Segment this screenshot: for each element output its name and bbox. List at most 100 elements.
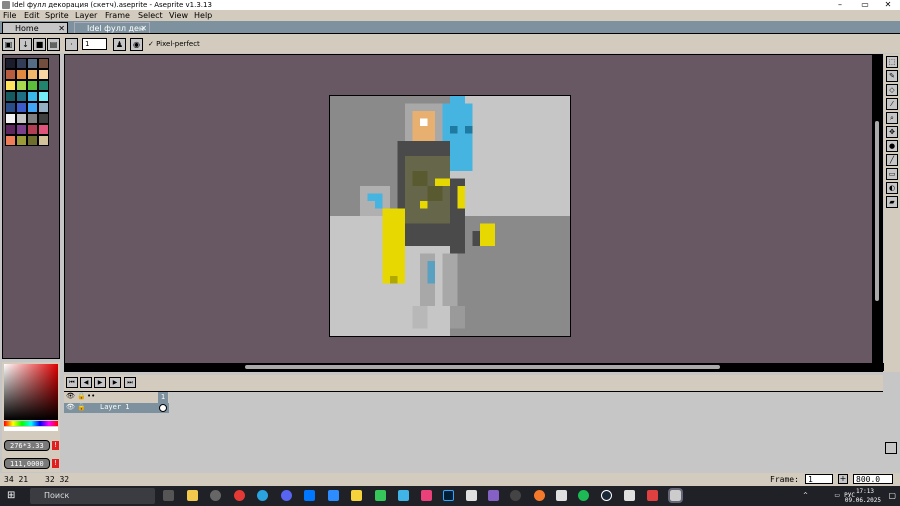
- palette-swatch[interactable]: [16, 58, 27, 69]
- brush-line-icon[interactable]: ▤: [47, 38, 60, 51]
- zoom-tool-icon[interactable]: ⌕: [886, 112, 898, 124]
- github-icon[interactable]: [510, 490, 521, 501]
- maximize-button[interactable]: ▭: [853, 0, 877, 10]
- visual-studio-icon[interactable]: [488, 490, 499, 501]
- palette-swatch[interactable]: [5, 135, 16, 146]
- menu-view[interactable]: View: [169, 11, 188, 20]
- lock-icon[interactable]: ▣: [2, 38, 15, 51]
- blender-icon[interactable]: [534, 490, 545, 501]
- layer-name[interactable]: Layer 1: [100, 403, 130, 411]
- task-view-icon[interactable]: [163, 490, 174, 501]
- palette-swatch[interactable]: [5, 102, 16, 113]
- brush-size-input[interactable]: 1: [82, 38, 107, 50]
- brush-type-icon[interactable]: ·: [65, 38, 78, 51]
- zoom-app-icon[interactable]: [328, 490, 339, 501]
- app-icon-1[interactable]: [375, 490, 386, 501]
- app-icon-6[interactable]: [647, 490, 658, 501]
- app-icon-3[interactable]: [466, 490, 477, 501]
- previous-frame-icon[interactable]: ◀: [80, 377, 92, 388]
- eraser-tool-icon[interactable]: ◇: [886, 84, 898, 96]
- palette-swatch[interactable]: [38, 102, 49, 113]
- onion-skin-icon[interactable]: [885, 442, 897, 454]
- palette-swatch[interactable]: [5, 58, 16, 69]
- horizontal-scrollbar[interactable]: [65, 363, 884, 371]
- pixel-perfect-checkbox[interactable]: ✓ Pixel-perfect: [148, 40, 200, 48]
- menu-sprite[interactable]: Sprite: [45, 11, 69, 20]
- palette-swatch[interactable]: [27, 69, 38, 80]
- palette-swatch[interactable]: [5, 80, 16, 91]
- alpha-slider[interactable]: [4, 427, 58, 431]
- layer-lock-icon[interactable]: 🔒: [77, 403, 86, 411]
- brush-square-icon[interactable]: ■: [33, 38, 46, 51]
- palette-swatch[interactable]: [38, 135, 49, 146]
- menu-edit[interactable]: Edit: [24, 11, 40, 20]
- next-frame-icon[interactable]: ▶: [109, 377, 121, 388]
- palette-swatch[interactable]: [27, 135, 38, 146]
- cel-icon[interactable]: [159, 404, 167, 412]
- figma-icon[interactable]: [421, 490, 432, 501]
- layer-visibility-icon[interactable]: 👁: [66, 403, 75, 411]
- media-player-icon[interactable]: [210, 490, 221, 501]
- palette-swatch[interactable]: [16, 124, 27, 135]
- link-header-icon[interactable]: ••: [87, 392, 95, 400]
- palette-swatch[interactable]: [38, 113, 49, 124]
- palette-swatch[interactable]: [16, 69, 27, 80]
- palette-swatch[interactable]: [16, 80, 27, 91]
- sprite-canvas[interactable]: [329, 95, 571, 337]
- menu-help[interactable]: Help: [194, 11, 212, 20]
- frame-header[interactable]: 1: [158, 392, 168, 403]
- palette-swatch[interactable]: [5, 113, 16, 124]
- palette-swatch[interactable]: [38, 80, 49, 91]
- line-tool-icon[interactable]: ╱: [886, 154, 898, 166]
- brush-shape-icon[interactable]: ↓: [19, 38, 32, 51]
- foreground-color-field[interactable]: 276*3.33: [4, 440, 50, 451]
- hue-slider[interactable]: [4, 421, 58, 426]
- palette-swatch[interactable]: [38, 58, 49, 69]
- vertical-scrollbar[interactable]: [872, 55, 882, 372]
- file-explorer-icon[interactable]: [187, 490, 198, 501]
- network-icon[interactable]: ▭: [834, 492, 840, 499]
- horizontal-scrollbar-thumb[interactable]: [245, 365, 720, 369]
- background-color-field[interactable]: 111,0000: [4, 458, 50, 469]
- aseprite-taskbar-icon[interactable]: [668, 488, 683, 503]
- vertical-scrollbar-thumb[interactable]: [875, 121, 879, 301]
- palette-swatch[interactable]: [38, 124, 49, 135]
- ink-type-icon[interactable]: ♟: [113, 38, 126, 51]
- eyedropper-tool-icon[interactable]: ⁄: [886, 98, 898, 110]
- marquee-tool-icon[interactable]: ⬚: [886, 56, 898, 68]
- palette-swatch[interactable]: [16, 91, 27, 102]
- palette-swatch[interactable]: [16, 135, 27, 146]
- palette-swatch[interactable]: [38, 91, 49, 102]
- app-icon-2[interactable]: [398, 490, 409, 501]
- palette-swatch[interactable]: [27, 80, 38, 91]
- close-window-button[interactable]: ✕: [876, 0, 900, 10]
- app-icon-4[interactable]: [556, 490, 567, 501]
- last-frame-icon[interactable]: ⏭: [124, 377, 136, 388]
- yandex-browser-icon[interactable]: [234, 490, 245, 501]
- steam-icon[interactable]: [601, 490, 612, 501]
- color-spectrum[interactable]: [4, 364, 58, 420]
- spotify-icon[interactable]: [578, 490, 589, 501]
- tab-home[interactable]: Home ✕: [2, 22, 68, 33]
- layer-row[interactable]: 👁 🔒 Layer 1: [64, 403, 169, 413]
- visibility-header-icon[interactable]: 👁: [66, 392, 75, 400]
- lock-header-icon[interactable]: 🔒: [77, 392, 86, 400]
- palette-swatch[interactable]: [27, 91, 38, 102]
- frame-input[interactable]: 1: [805, 474, 833, 484]
- vk-icon[interactable]: [304, 490, 315, 501]
- telegram-icon[interactable]: [257, 490, 268, 501]
- menu-layer[interactable]: Layer: [75, 11, 97, 20]
- palette-swatch[interactable]: [5, 124, 16, 135]
- palette-swatch[interactable]: [5, 69, 16, 80]
- fill-tool-icon[interactable]: ●: [886, 140, 898, 152]
- contour-tool-icon[interactable]: ◐: [886, 182, 898, 194]
- photoshop-icon[interactable]: [443, 490, 454, 501]
- palette-swatch[interactable]: [27, 113, 38, 124]
- pencil-tool-icon[interactable]: ✎: [886, 70, 898, 82]
- discord-icon[interactable]: [281, 490, 292, 501]
- blur-tool-icon[interactable]: ▰: [886, 196, 898, 208]
- palette-swatch[interactable]: [38, 69, 49, 80]
- palette-swatch[interactable]: [5, 91, 16, 102]
- opacity-icon[interactable]: ◉: [130, 38, 143, 51]
- palette-swatch[interactable]: [16, 113, 27, 124]
